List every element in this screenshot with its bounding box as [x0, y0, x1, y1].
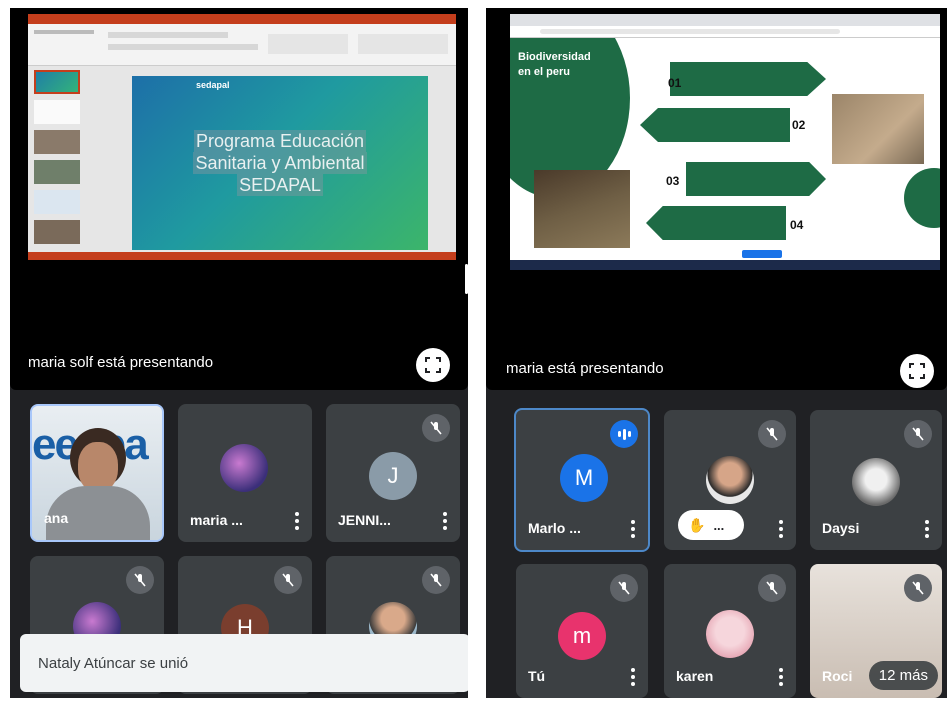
participant-tile[interactable]: Daysi: [810, 410, 942, 550]
more-options-icon[interactable]: [630, 520, 636, 538]
avatar: [852, 458, 900, 506]
participant-name: Marlo ...: [528, 520, 581, 536]
participant-tile[interactable]: J JENNI...: [326, 404, 460, 542]
ppt-statusbar: [28, 252, 456, 260]
avatar: J: [369, 452, 417, 500]
participant-tile[interactable]: maria ...: [178, 404, 312, 542]
slide-photo: [534, 170, 630, 248]
ppt-titlebar: [28, 14, 456, 24]
more-options-icon[interactable]: [924, 520, 930, 538]
step-number: 04: [790, 218, 804, 232]
slide-canvas: sedapal Programa Educación Sanitaria y A…: [132, 76, 428, 250]
browser-addressbar: [510, 26, 940, 38]
taskbar: [510, 260, 940, 270]
meeting-window-left: sedapal Programa Educación Sanitaria y A…: [10, 8, 468, 698]
mic-off-icon: [274, 566, 302, 594]
raise-hand-badge: ✋ ...: [678, 510, 744, 540]
mic-off-icon: [904, 574, 932, 602]
step-number: 02: [792, 118, 806, 132]
presenting-label: maria está presentando: [506, 360, 664, 377]
mic-off-icon: [610, 574, 638, 602]
more-options-icon[interactable]: [294, 512, 300, 530]
ppt-ribbon: [28, 24, 456, 66]
shared-screen[interactable]: Biodiversidad en el peru 01 02 03 04: [486, 8, 947, 390]
fullscreen-icon: [909, 363, 925, 379]
more-options-icon[interactable]: [442, 512, 448, 530]
mic-off-icon: [422, 414, 450, 442]
meeting-window-right: Biodiversidad en el peru 01 02 03 04 mar…: [486, 8, 947, 698]
step-banner: [670, 62, 826, 96]
step-number: 03: [666, 174, 680, 188]
slide-thumbnails[interactable]: [34, 70, 80, 250]
avatar: m: [558, 612, 606, 660]
scrollbar[interactable]: [465, 264, 468, 294]
mic-off-icon: [422, 566, 450, 594]
presenting-label: maria solf está presentando: [28, 354, 214, 371]
avatar: [706, 610, 754, 658]
slide-title: Biodiversidad en el peru: [518, 51, 591, 78]
mic-off-icon: [758, 574, 786, 602]
participant-tile[interactable]: ✋ ...: [664, 410, 796, 550]
mic-off-icon: [126, 566, 154, 594]
participant-name: maria ...: [190, 512, 243, 528]
step-banner: [646, 206, 786, 240]
avatar: [706, 456, 754, 504]
participant-name: ana: [44, 510, 69, 526]
join-notification: Nataly Atúncar se unió: [20, 634, 468, 692]
ppt-editor: sedapal Programa Educación Sanitaria y A…: [28, 66, 456, 252]
avatar: [220, 444, 268, 492]
more-options-icon[interactable]: [778, 520, 784, 538]
slide-brand: sedapal: [196, 80, 230, 90]
slide-photo: [832, 94, 924, 164]
participant-name: JENNI...: [338, 512, 391, 528]
participant-tile[interactable]: eeepa ana: [30, 404, 164, 542]
mic-off-icon: [758, 420, 786, 448]
participant-tile[interactable]: Roci 12 más: [810, 564, 942, 698]
participant-name: karen: [676, 668, 714, 684]
shared-screen[interactable]: sedapal Programa Educación Sanitaria y A…: [10, 8, 468, 390]
fullscreen-button[interactable]: [416, 348, 450, 382]
speaking-indicator-icon: [610, 420, 638, 448]
fullscreen-icon: [425, 357, 441, 373]
slide-title: Programa Educación Sanitaria y Ambiental…: [193, 130, 367, 196]
step-number: 01: [668, 76, 682, 90]
step-banner: [686, 162, 826, 196]
browser-tabbar: [510, 14, 940, 26]
mic-off-icon: [904, 420, 932, 448]
fullscreen-button[interactable]: [900, 354, 934, 388]
slide-canvas: Biodiversidad en el peru 01 02 03 04: [510, 38, 940, 260]
participant-tile[interactable]: M Marlo ...: [514, 408, 650, 552]
hand-icon: ✋: [688, 516, 706, 533]
participant-name: Roci: [822, 668, 853, 684]
more-options-icon[interactable]: [630, 668, 636, 686]
participant-name: Tú: [528, 668, 546, 684]
participant-tile[interactable]: m Tú: [516, 564, 648, 698]
participant-name: Daysi: [822, 520, 860, 536]
step-banner: [640, 108, 790, 142]
more-options-icon[interactable]: [778, 668, 784, 686]
avatar: M: [560, 454, 608, 502]
slide-button[interactable]: [742, 250, 782, 258]
more-participants-badge[interactable]: 12 más: [868, 661, 938, 690]
participant-tile[interactable]: karen: [664, 564, 796, 698]
